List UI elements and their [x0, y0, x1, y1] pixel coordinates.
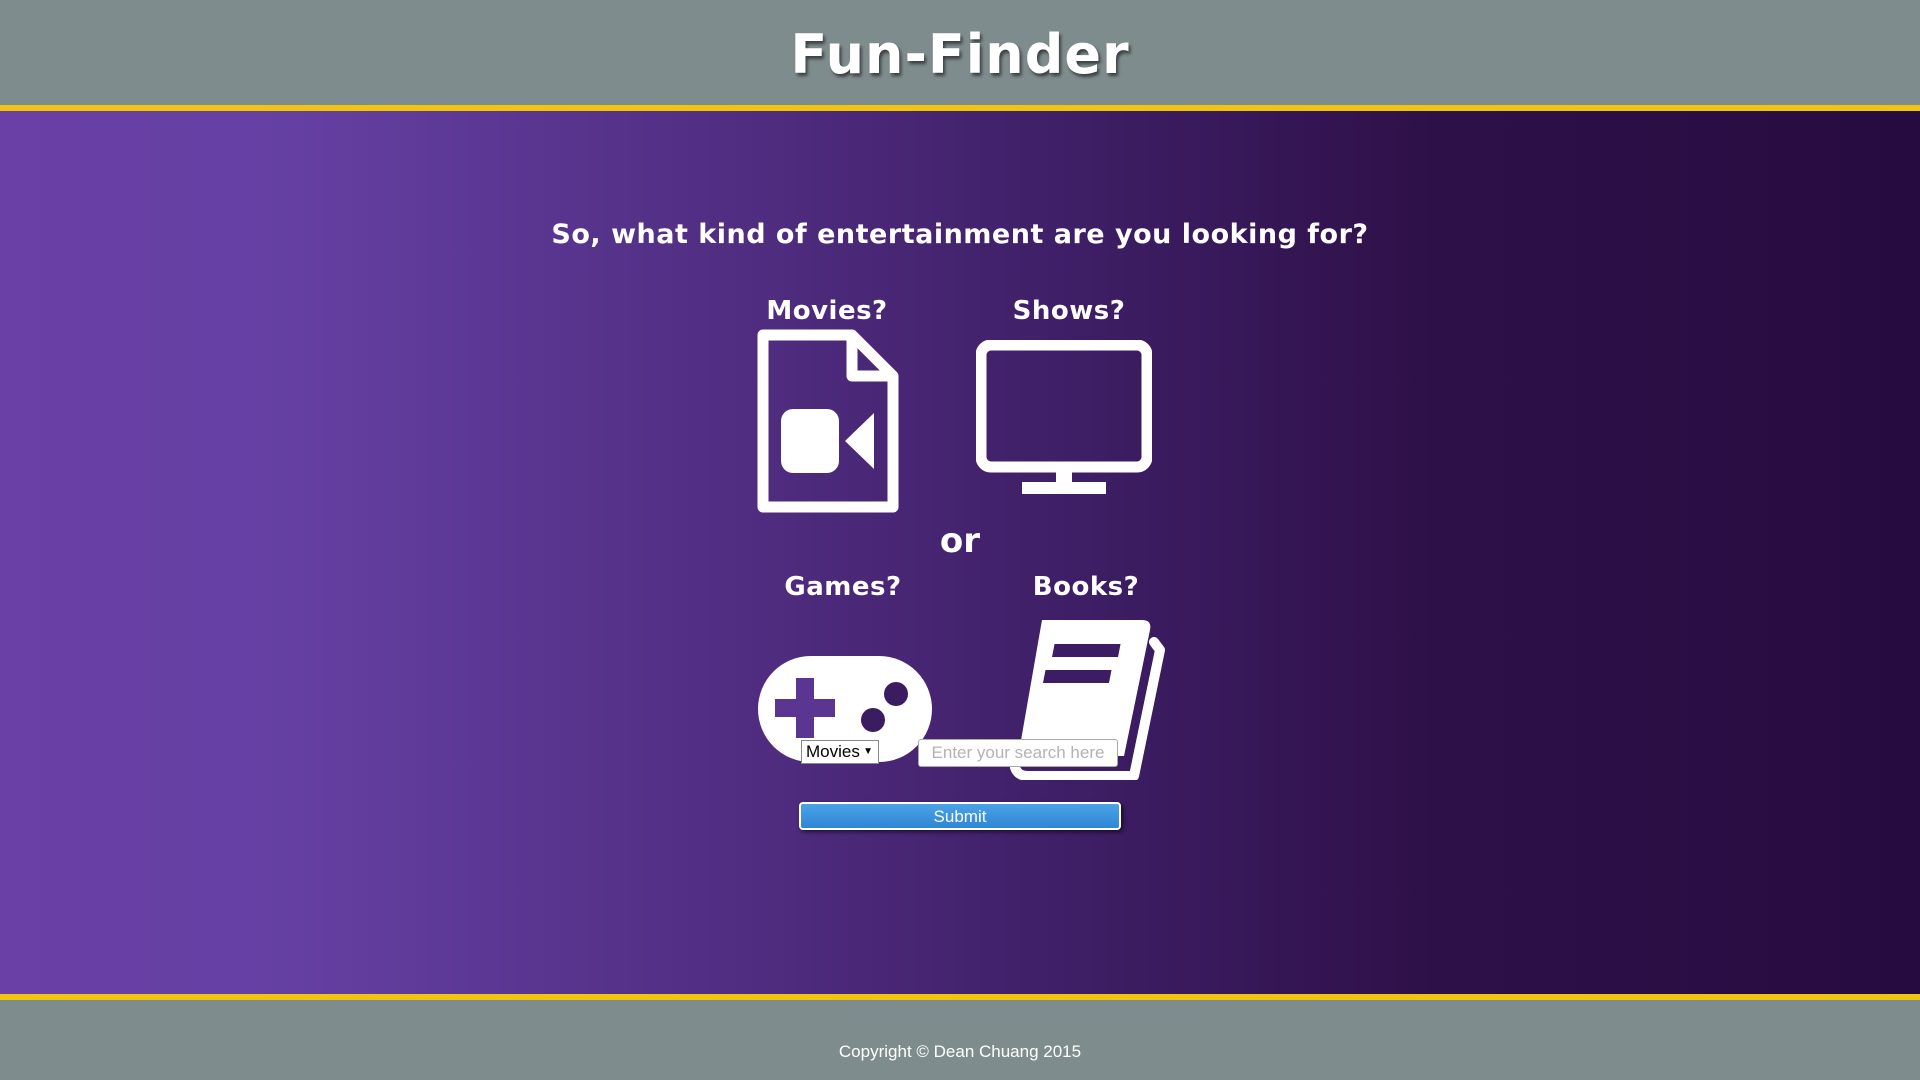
movies-label: Movies? — [766, 296, 888, 326]
category-select[interactable]: Movies ▼ — [801, 740, 879, 764]
shows-label: Shows? — [1012, 296, 1126, 326]
copyright-text: Copyright © Dean Chuang 2015 — [838, 1042, 1082, 1061]
submit-button[interactable]: Submit — [799, 802, 1121, 830]
page-question: So, what kind of entertainment are you l… — [551, 219, 1369, 250]
tv-monitor-icon[interactable] — [975, 339, 1153, 504]
movie-file-icon[interactable] — [757, 329, 899, 517]
main-content: So, what kind of entertainment are you l… — [0, 111, 1920, 994]
category-select-value: Movies — [806, 742, 860, 761]
games-label: Games? — [784, 572, 902, 602]
or-divider-text: or — [939, 521, 981, 561]
site-title: Fun-Finder — [790, 23, 1130, 86]
chevron-down-icon: ▼ — [863, 746, 873, 757]
footer: Copyright © Dean Chuang 2015 — [0, 994, 1920, 1080]
books-label: Books? — [1032, 572, 1140, 602]
search-input[interactable] — [918, 739, 1118, 767]
header: Fun-Finder — [0, 0, 1920, 111]
page: Fun-Finder So, what kind of entertainmen… — [0, 0, 1920, 1080]
